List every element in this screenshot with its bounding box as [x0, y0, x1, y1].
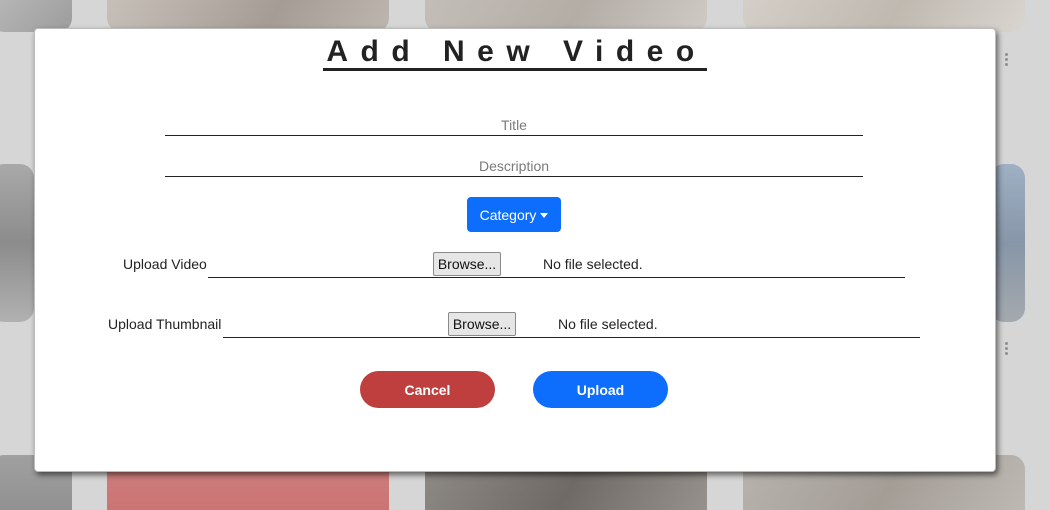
add-video-modal: Add New Video Category Upload Video Brow…	[34, 28, 996, 472]
description-input[interactable]	[165, 156, 863, 177]
kebab-menu-icon[interactable]	[1005, 342, 1009, 357]
kebab-menu-icon[interactable]	[1005, 53, 1009, 68]
video-thumbnail[interactable]	[0, 164, 34, 322]
category-dropdown-button[interactable]: Category	[467, 197, 561, 232]
modal-title-wrapper: Add New Video	[35, 35, 995, 71]
upload-video-file-input[interactable]: Browse... No file selected.	[208, 251, 905, 278]
upload-thumbnail-label: Upload Thumbnail	[108, 316, 222, 332]
modal-title: Add New Video	[323, 35, 707, 71]
upload-thumbnail-file-status: No file selected.	[558, 316, 658, 332]
cancel-button[interactable]: Cancel	[360, 371, 495, 408]
upload-video-label: Upload Video	[123, 256, 207, 272]
upload-video-file-status: No file selected.	[543, 256, 643, 272]
title-input[interactable]	[165, 115, 863, 136]
upload-thumbnail-browse-button[interactable]: Browse...	[448, 312, 516, 336]
upload-button[interactable]: Upload	[533, 371, 668, 408]
upload-video-browse-button[interactable]: Browse...	[433, 252, 501, 276]
category-button-label: Category	[479, 206, 537, 223]
upload-thumbnail-row: Upload Thumbnail Browse... No file selec…	[35, 311, 995, 338]
caret-down-icon	[540, 212, 549, 218]
upload-thumbnail-file-input[interactable]: Browse... No file selected.	[223, 311, 920, 338]
upload-video-row: Upload Video Browse... No file selected.	[35, 251, 995, 278]
